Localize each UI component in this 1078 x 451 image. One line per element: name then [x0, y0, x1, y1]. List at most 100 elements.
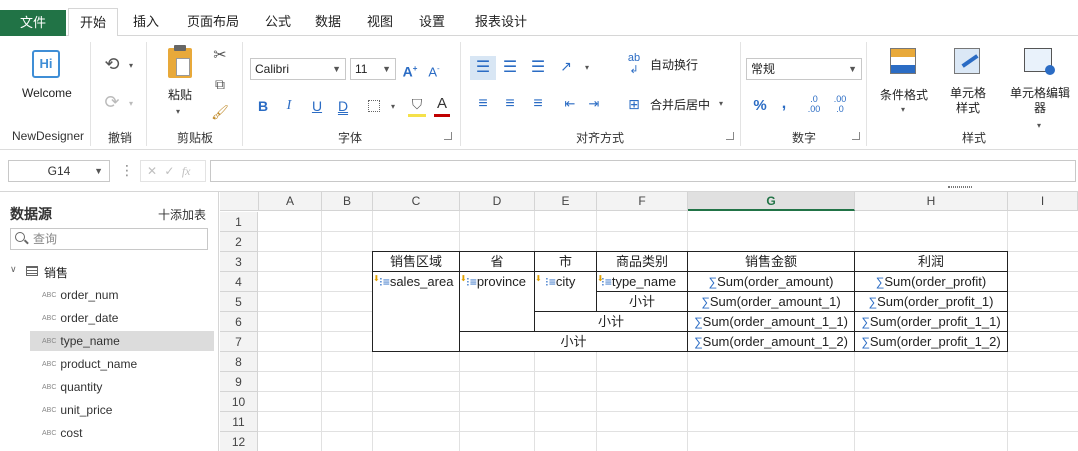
align-middle-icon[interactable]: ☰	[500, 58, 520, 78]
chevron-down-icon[interactable]: ▾	[173, 102, 183, 122]
row-header[interactable]: 3	[220, 252, 258, 272]
comma-icon[interactable]: ,	[778, 94, 790, 114]
field-unit-price[interactable]: ABC unit_price	[30, 400, 214, 420]
resize-handle[interactable]	[948, 186, 972, 188]
decrease-indent-icon[interactable]: ⇤	[560, 94, 580, 114]
cell-style-icon[interactable]	[954, 48, 980, 74]
cell-editor-icon[interactable]	[1024, 48, 1055, 75]
field-quantity[interactable]: ABC quantity	[30, 377, 214, 397]
cell-g3[interactable]: 销售金额	[687, 251, 855, 272]
cell-h4[interactable]: ∑Sum(order_profit)	[854, 271, 1008, 292]
chevron-down-icon[interactable]: ▾	[716, 94, 726, 114]
increase-decimal-icon[interactable]: .0.00	[804, 94, 824, 114]
row-header[interactable]: 9	[220, 372, 258, 392]
column-header-h[interactable]: H	[855, 192, 1008, 211]
formula-input[interactable]	[210, 160, 1076, 182]
column-header-f[interactable]: F	[597, 192, 688, 211]
tab-home[interactable]: 开始	[68, 8, 118, 37]
increase-indent-icon[interactable]: ⇥	[584, 94, 604, 114]
field-cost[interactable]: ABC cost	[30, 423, 214, 443]
field-order-num[interactable]: ABC order_num	[30, 285, 214, 305]
fill-color-icon[interactable]: ⛉	[408, 94, 426, 114]
font-color-icon[interactable]: A	[434, 94, 450, 114]
spreadsheet-grid[interactable]: A B C D E F G H I 1 2 3 4 5 6 7 8 9 10 1…	[220, 192, 1078, 451]
increase-font-icon[interactable]: A+	[402, 59, 418, 82]
welcome-icon[interactable]: Hi	[32, 50, 60, 78]
cell-f4[interactable]: ⬇ ⁝≡type_name	[596, 271, 688, 292]
paste-icon[interactable]	[168, 45, 192, 78]
font-dialog-launcher-icon[interactable]	[444, 132, 452, 140]
tab-report-design[interactable]: 报表设计	[466, 8, 536, 36]
underline-icon[interactable]: U	[308, 96, 326, 116]
select-all-corner[interactable]	[220, 192, 259, 211]
chevron-down-icon[interactable]: ▾	[1034, 116, 1044, 136]
cell-editor-button[interactable]: 单元格编辑器	[1010, 86, 1070, 116]
row-header[interactable]: 12	[220, 432, 258, 451]
row-header[interactable]: 11	[220, 412, 258, 432]
redo-icon[interactable]: ⟳	[102, 92, 122, 112]
name-box[interactable]: G14 ▼	[8, 160, 110, 182]
font-size-select[interactable]: 11 ▼	[350, 58, 396, 80]
decrease-font-icon[interactable]: A-	[426, 59, 442, 82]
merge-center-button[interactable]: 合并后居中	[650, 96, 710, 113]
column-header-b[interactable]: B	[322, 192, 373, 211]
tab-data[interactable]: 数据	[306, 8, 350, 36]
font-family-select[interactable]: Calibri ▼	[250, 58, 346, 80]
chevron-down-icon[interactable]: ▾	[388, 97, 398, 117]
paste-button[interactable]: 粘贴	[168, 86, 192, 103]
format-painter-icon[interactable]: 🖌	[210, 102, 230, 122]
cut-icon[interactable]: ✂	[210, 46, 230, 66]
cell-g6[interactable]: ∑Sum(order_amount_1_1)	[687, 311, 855, 332]
alignment-dialog-launcher-icon[interactable]	[726, 132, 734, 140]
row-header[interactable]: 4	[220, 272, 258, 292]
row-header[interactable]: 1	[220, 212, 258, 232]
align-left-icon[interactable]: ≡	[473, 94, 493, 114]
chevron-down-icon[interactable]: ∨	[10, 264, 17, 275]
tab-formulas[interactable]: 公式	[256, 8, 300, 36]
text-orientation-icon[interactable]: ↗	[556, 56, 576, 76]
welcome-button[interactable]: Welcome	[22, 86, 72, 100]
cell-f3[interactable]: 商品类别	[596, 251, 688, 272]
column-header-a[interactable]: A	[259, 192, 322, 211]
column-header-c[interactable]: C	[373, 192, 460, 211]
row-header[interactable]: 8	[220, 352, 258, 372]
chevron-down-icon[interactable]: ▾	[126, 56, 136, 76]
number-format-select[interactable]: 常规 ▼	[746, 58, 862, 80]
cell-e6-merged[interactable]: 小计	[534, 311, 688, 332]
chevron-down-icon[interactable]: ▾	[582, 58, 592, 78]
function-icon[interactable]: fx	[182, 164, 191, 178]
tab-file[interactable]: 文件	[0, 10, 66, 36]
cell-g4[interactable]: ∑Sum(order_amount)	[687, 271, 855, 292]
row-header[interactable]: 5	[220, 292, 258, 312]
column-header-d[interactable]: D	[460, 192, 535, 211]
undo-icon[interactable]: ⟲	[102, 54, 122, 74]
cell-h6[interactable]: ∑Sum(order_profit_1_1)	[854, 311, 1008, 332]
column-header-i[interactable]: I	[1008, 192, 1078, 211]
double-underline-icon[interactable]: D	[334, 96, 352, 116]
cell-e3[interactable]: 市	[534, 251, 597, 272]
wrap-text-button[interactable]: 自动换行	[650, 56, 698, 73]
cell-c3[interactable]: 销售区域	[372, 251, 460, 272]
conditional-format-icon[interactable]	[890, 48, 916, 74]
wrap-text-icon[interactable]: ab ↲	[624, 52, 644, 76]
cell-e4-merged[interactable]: ⬇ ⁝≡city	[534, 271, 597, 312]
field-product-name[interactable]: ABC product_name	[30, 354, 214, 374]
bold-icon[interactable]: B	[254, 96, 272, 116]
cell-d7-merged[interactable]: 小计	[459, 331, 688, 352]
chevron-down-icon[interactable]: ▾	[898, 100, 908, 120]
cell-d3[interactable]: 省	[459, 251, 535, 272]
cell-f5[interactable]: 小计	[596, 291, 688, 312]
tab-settings[interactable]: 设置	[410, 8, 454, 36]
search-input[interactable]: 查询	[10, 228, 208, 250]
add-table-button[interactable]: 十添加表	[158, 206, 206, 223]
italic-icon[interactable]: I	[280, 96, 298, 116]
copy-icon[interactable]: ⧉	[210, 74, 230, 94]
cell-h5[interactable]: ∑Sum(order_profit_1)	[854, 291, 1008, 312]
align-bottom-icon[interactable]: ☰	[528, 58, 548, 78]
percent-icon[interactable]: %	[752, 96, 768, 116]
confirm-icon[interactable]: ✓	[164, 164, 174, 178]
row-header[interactable]: 10	[220, 392, 258, 412]
number-dialog-launcher-icon[interactable]	[852, 132, 860, 140]
tab-view[interactable]: 视图	[358, 8, 402, 36]
row-header[interactable]: 6	[220, 312, 258, 332]
